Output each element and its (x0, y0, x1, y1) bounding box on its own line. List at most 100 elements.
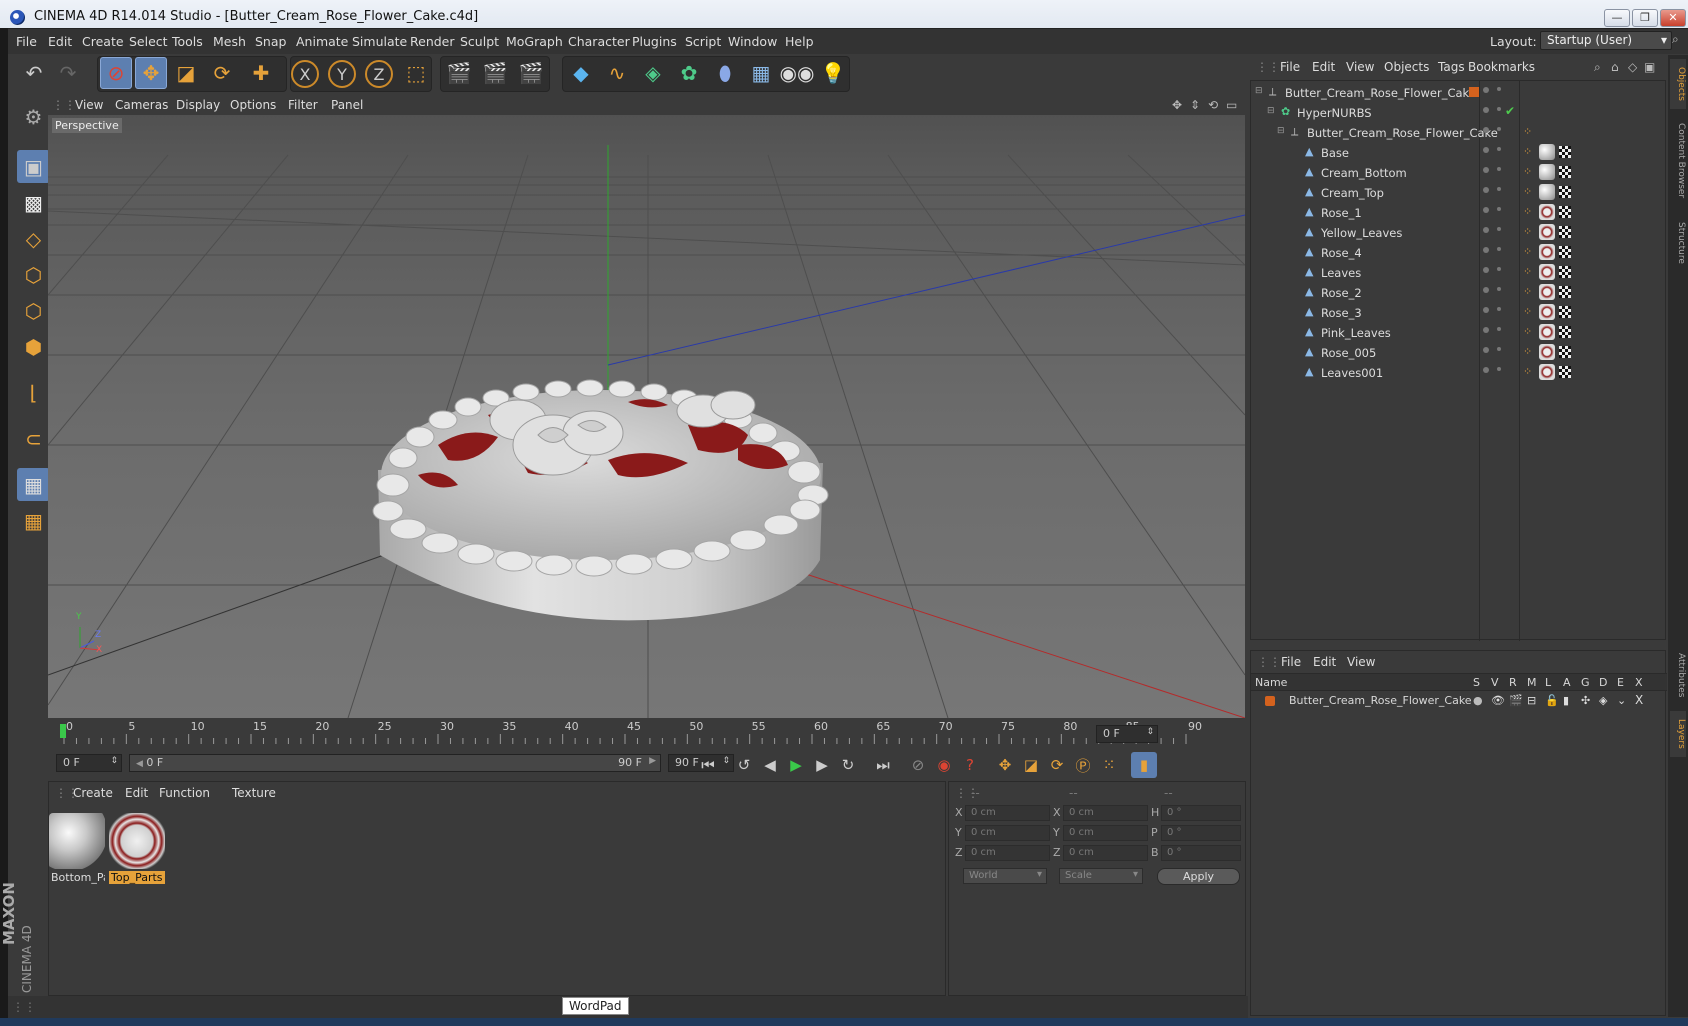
viewport-menu-panel[interactable]: Panel (331, 98, 363, 112)
coordinate-mode-select[interactable]: Scale ▾ (1059, 868, 1143, 884)
material-tag-icon[interactable] (1539, 144, 1555, 160)
menu-select[interactable]: Select (129, 34, 168, 49)
tab-content-browser[interactable]: Content Browser (1670, 115, 1686, 207)
search-icon[interactable]: ⌕ (1594, 60, 1601, 75)
render-visibility-dot[interactable] (1497, 247, 1501, 251)
object-row[interactable]: ⊟ ✿ HyperNURBS ✔ (1251, 103, 1667, 123)
material-menu-function[interactable]: Function (159, 786, 210, 800)
object-row[interactable]: ▲ Rose_4 ⁘ (1251, 243, 1667, 263)
cube-primitive-icon[interactable]: ◆ (565, 57, 597, 89)
layer-col-manager[interactable]: M (1527, 676, 1537, 689)
phong-tag-icon[interactable]: ⁘ (1523, 185, 1532, 198)
object-menu-bookmarks[interactable]: Bookmarks (1468, 60, 1535, 74)
object-row[interactable]: ⊟ ⟂ Butter_Cream_Rose_Flower_Cake ⁘ (1251, 123, 1667, 143)
phong-tag-icon[interactable]: ⁘ (1523, 145, 1532, 158)
object-name[interactable]: Rose_4 (1321, 246, 1362, 260)
size-x-field[interactable]: 0 cm (1063, 805, 1148, 821)
material-tag-icon[interactable] (1539, 304, 1555, 320)
planar-workplane-icon[interactable]: ▦ (17, 504, 50, 537)
key-position-icon[interactable]: ✥ (992, 752, 1018, 778)
object-row[interactable]: ▲ Leaves ⁘ (1251, 263, 1667, 283)
editor-visibility-dot[interactable] (1483, 347, 1489, 353)
texture-tag-icon[interactable] (1559, 286, 1571, 298)
expand-toggle-icon[interactable]: ⊟ (1267, 106, 1275, 116)
tab-structure[interactable]: Structure (1670, 213, 1686, 273)
make-editable-icon[interactable]: ⚙ (17, 100, 50, 133)
render-visibility-dot[interactable] (1497, 327, 1501, 331)
object-name[interactable]: Rose_3 (1321, 306, 1362, 320)
next-key-icon[interactable]: ↻ (835, 752, 861, 778)
move-icon[interactable]: ✥ (135, 57, 167, 89)
menu-tools[interactable]: Tools (172, 34, 203, 49)
object-name[interactable]: Base (1321, 146, 1349, 160)
layer-manager-icon[interactable]: ⊟ (1527, 694, 1536, 707)
object-name[interactable]: HyperNURBS (1297, 106, 1372, 120)
menu-snap[interactable]: Snap (255, 34, 286, 49)
render-visibility-dot[interactable] (1497, 127, 1501, 131)
object-name[interactable]: Pink_Leaves (1321, 326, 1391, 340)
editor-visibility-dot[interactable] (1483, 207, 1489, 213)
material-tag-icon[interactable] (1539, 284, 1555, 300)
pan-icon[interactable]: ✥ (1172, 98, 1182, 112)
layer-expression-icon[interactable]: ⌄ (1617, 694, 1626, 707)
render-visibility-dot[interactable] (1497, 107, 1501, 111)
rotate-icon[interactable]: ⟳ (206, 57, 238, 89)
layer-color-swatch[interactable] (1265, 696, 1275, 706)
x-axis-icon[interactable]: X (291, 60, 319, 88)
undo-icon[interactable]: ↶ (18, 57, 50, 89)
editor-visibility-dot[interactable] (1483, 327, 1489, 333)
viewport-menu-cameras[interactable]: Cameras (115, 98, 168, 112)
render-picture-viewer-icon[interactable]: 🎬 (479, 57, 511, 89)
size-z-field[interactable]: 0 cm (1063, 845, 1148, 861)
key-pla-icon[interactable]: ⁙ (1096, 752, 1122, 778)
menu-create[interactable]: Create (82, 34, 124, 49)
phong-tag-icon[interactable]: ⁘ (1523, 245, 1532, 258)
go-to-start-icon[interactable]: ⏮ (695, 752, 721, 778)
layer-solo-icon[interactable]: ● (1473, 694, 1483, 707)
object-row[interactable]: ⊟ ⟂ Butter_Cream_Rose_Flower_Cake (1251, 83, 1667, 103)
orbit-icon[interactable]: ⟲ (1208, 98, 1218, 112)
apply-button[interactable]: Apply (1157, 868, 1240, 885)
edit-render-settings-icon[interactable]: 🎬 (515, 57, 547, 89)
new-view-icon[interactable]: ▣ (1644, 60, 1655, 74)
object-row[interactable]: ▲ Rose_005 ⁘ (1251, 343, 1667, 363)
material-tag-icon[interactable] (1539, 264, 1555, 280)
layer-xref-icon[interactable]: X (1635, 693, 1643, 707)
tab-attributes[interactable]: Attributes (1670, 645, 1686, 705)
layer-menu-file[interactable]: File (1281, 655, 1301, 669)
editor-visibility-dot[interactable] (1483, 307, 1489, 313)
next-frame-icon[interactable]: ▶ (809, 752, 835, 778)
axis-mode-icon[interactable]: ⌊ (17, 376, 50, 409)
home-icon[interactable]: ⌂ (1611, 60, 1619, 74)
layer-col-xref[interactable]: X (1635, 676, 1643, 689)
render-visibility-dot[interactable] (1497, 167, 1501, 171)
object-name[interactable]: Cream_Bottom (1321, 166, 1407, 180)
phong-tag-icon[interactable]: ⁘ (1523, 205, 1532, 218)
deformer-icon[interactable]: ⬮ (709, 57, 741, 89)
texture-tag-icon[interactable] (1559, 226, 1571, 238)
material-tag-icon[interactable] (1539, 164, 1555, 180)
snap-magnet-icon[interactable]: ⊂ (17, 422, 50, 455)
array-icon[interactable]: ✿ (673, 57, 705, 89)
layer-col-solo[interactable]: S (1473, 676, 1480, 689)
material-swatch-bottom[interactable]: Bottom_Pa (49, 813, 105, 887)
restore-button[interactable]: ❐ (1632, 9, 1658, 27)
editor-visibility-dot[interactable] (1483, 187, 1489, 193)
live-selection-icon[interactable]: ⊘ (100, 57, 132, 89)
model-mode-icon[interactable]: ▣ (17, 150, 50, 183)
record-keys-icon[interactable]: ⊘ (905, 752, 931, 778)
object-row[interactable]: ▲ Pink_Leaves ⁘ (1251, 323, 1667, 343)
position-y-field[interactable]: 0 cm (965, 825, 1050, 841)
points-mode-icon[interactable]: ⬡ (17, 258, 50, 291)
material-tag-icon[interactable] (1539, 344, 1555, 360)
current-frame-field[interactable]: 0 F ⇕ (1096, 725, 1158, 743)
add-icon[interactable]: ✚ (245, 57, 277, 89)
back-icon[interactable]: ◇ (1628, 60, 1637, 74)
phong-tag-icon[interactable]: ⁘ (1523, 165, 1532, 178)
editor-visibility-dot[interactable] (1483, 267, 1489, 273)
texture-tag-icon[interactable] (1559, 326, 1571, 338)
material-tag-icon[interactable] (1539, 184, 1555, 200)
viewport-menu-view[interactable]: View (75, 98, 103, 112)
check-icon[interactable]: ✔ (1505, 104, 1515, 118)
menu-plugins[interactable]: Plugins (632, 34, 677, 49)
